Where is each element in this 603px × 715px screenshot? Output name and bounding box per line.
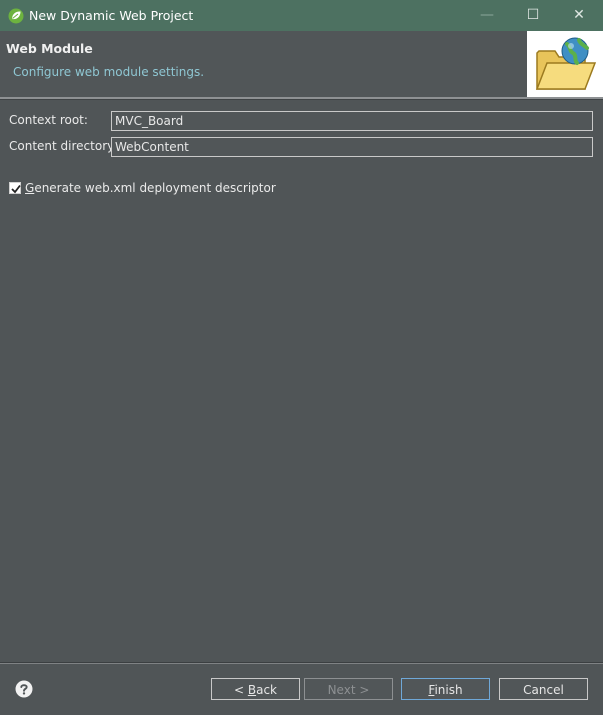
next-button[interactable]: Next > bbox=[304, 678, 393, 700]
context-root-input[interactable] bbox=[111, 111, 593, 131]
header-separator-shadow bbox=[0, 99, 603, 100]
title-bar: New Dynamic Web Project — ☐ ✕ bbox=[0, 0, 603, 31]
spring-leaf-icon bbox=[8, 8, 24, 24]
wizard-banner bbox=[527, 31, 603, 98]
page-title: Web Module bbox=[6, 41, 93, 56]
help-icon[interactable] bbox=[15, 680, 33, 698]
context-root-label: Context root: bbox=[9, 113, 88, 127]
cancel-button[interactable]: Cancel bbox=[499, 678, 588, 700]
footer-separator-highlight bbox=[0, 663, 603, 664]
wizard-header: Web Module Configure web module settings… bbox=[0, 31, 603, 98]
content-directory-label: Content directory: bbox=[9, 139, 118, 153]
checkmark-icon bbox=[11, 184, 21, 194]
minimize-button[interactable]: — bbox=[464, 0, 510, 31]
folder-globe-icon bbox=[533, 35, 597, 96]
generate-web-xml-checkbox[interactable] bbox=[9, 182, 21, 194]
generate-web-xml-label: Generate web.xml deployment descriptor bbox=[25, 181, 276, 195]
finish-button[interactable]: Finish bbox=[401, 678, 490, 700]
maximize-button[interactable]: ☐ bbox=[510, 0, 556, 31]
content-directory-input[interactable] bbox=[111, 137, 593, 157]
page-description: Configure web module settings. bbox=[13, 65, 205, 79]
close-button[interactable]: ✕ bbox=[556, 0, 602, 31]
back-button[interactable]: < Back bbox=[211, 678, 300, 700]
window-title: New Dynamic Web Project bbox=[29, 8, 194, 23]
